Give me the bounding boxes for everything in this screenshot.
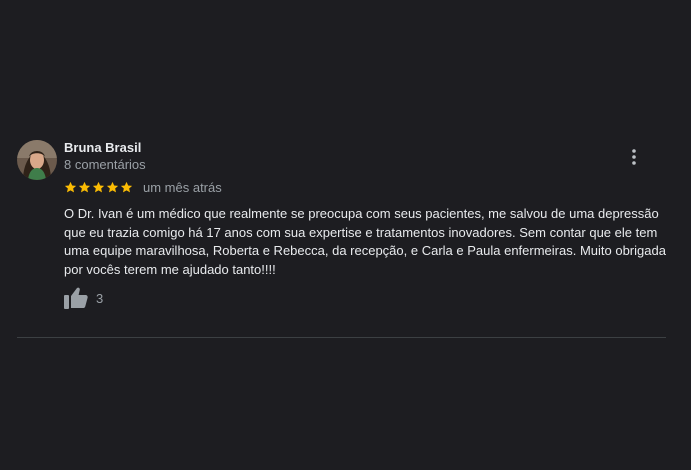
star-rating: [64, 181, 133, 194]
star-icon: [120, 181, 133, 192]
star-icon: [106, 181, 119, 192]
like-button[interactable]: [64, 286, 88, 310]
avatar[interactable]: [17, 140, 57, 180]
star-icon: [64, 181, 77, 192]
review-text: O Dr. Ivan é um médico que realmente se …: [64, 206, 666, 277]
user-photo-avatar-icon: [17, 140, 57, 180]
star-icon: [92, 181, 105, 192]
star-icon: [78, 181, 91, 192]
author-review-count[interactable]: 8 comentários: [64, 157, 146, 172]
more-vertical-icon: [632, 149, 636, 165]
author-name[interactable]: Bruna Brasil: [64, 140, 141, 155]
like-row: 3: [64, 286, 103, 310]
review-card: Bruna Brasil 8 comentários um mês atrás …: [0, 0, 691, 470]
thumbs-up-icon: [64, 287, 88, 309]
more-options-button[interactable]: [622, 145, 646, 169]
divider: [17, 337, 666, 338]
rating-row: um mês atrás: [64, 179, 222, 195]
like-count: 3: [96, 290, 104, 306]
review-date: um mês atrás: [143, 179, 222, 195]
